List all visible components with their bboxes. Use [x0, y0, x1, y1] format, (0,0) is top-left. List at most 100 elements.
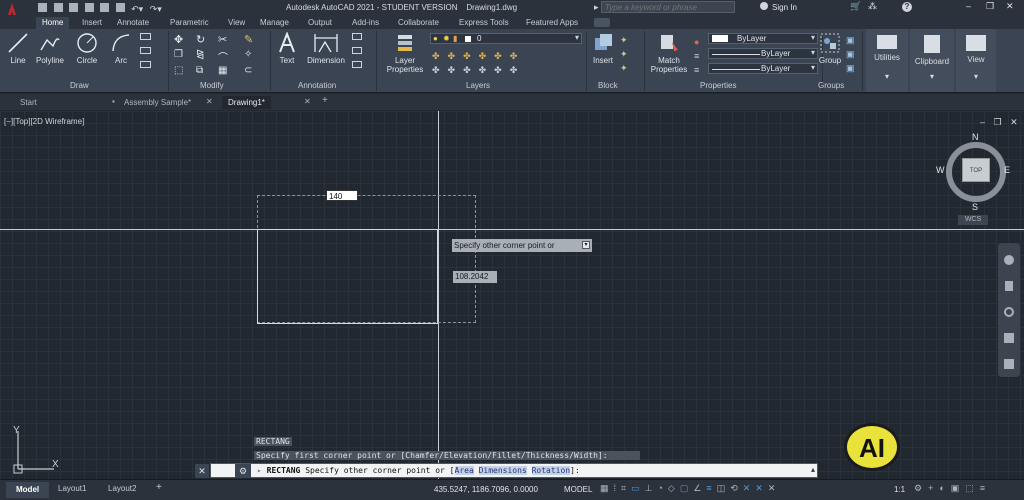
save-as-icon[interactable] — [84, 3, 94, 12]
grid-icon[interactable]: ▦ — [600, 483, 614, 493]
command-prompt[interactable]: ▸ RECTANG Specify other corner point or … — [257, 466, 580, 475]
down-arrow-icon[interactable]: ▾ — [582, 241, 590, 249]
group-select-icon[interactable]: ▣ — [846, 61, 855, 75]
command-history-toggle-icon[interactable]: ▴ — [811, 465, 815, 474]
close-tab-icon[interactable]: ✕ — [206, 97, 213, 106]
mirror-icon[interactable]: ⧎ — [196, 49, 204, 60]
option-area[interactable]: Area — [454, 466, 474, 475]
new-tab-icon[interactable]: + — [322, 95, 328, 106]
dimension-button[interactable]: Dimension — [304, 32, 348, 65]
command-close-icon[interactable]: ✕ — [195, 464, 209, 478]
markup-icon[interactable] — [352, 61, 362, 68]
viewcube-top-face[interactable]: TOP — [962, 158, 990, 182]
annotation-scale-value[interactable]: 1:1 — [894, 485, 905, 494]
workspace-gear-icon[interactable]: ⚙ — [914, 483, 928, 493]
linetype-icon[interactable]: ≡ — [694, 49, 699, 63]
move-icon[interactable]: ✥ — [174, 33, 183, 46]
isolate-objects-icon[interactable]: ◐ — [939, 483, 950, 493]
model-space-toggle[interactable]: MODEL — [564, 485, 592, 494]
command-customize-icon[interactable]: ⚙ — [235, 464, 251, 478]
tab-featured-apps[interactable]: Featured Apps — [526, 17, 578, 29]
orbit-icon[interactable] — [1004, 333, 1014, 343]
groups-panel-label[interactable]: Groups — [818, 81, 844, 90]
doc-tab-assembly-sample[interactable]: Assembly Sample* — [118, 96, 197, 109]
circle-button[interactable]: Circle — [72, 32, 102, 65]
linetype-dropdown[interactable]: ByLayer ▾ — [708, 48, 818, 59]
polar-icon[interactable]: ◔ — [657, 483, 667, 493]
customization-icon[interactable]: ≡ — [980, 483, 991, 493]
compass-south[interactable]: S — [972, 202, 978, 212]
create-block-icon[interactable]: ✦ — [620, 33, 628, 47]
viewcube[interactable]: TOP N S E W — [936, 132, 1012, 212]
snap-icon[interactable]: ⁞ — [614, 483, 622, 493]
help-icon[interactable]: ? — [902, 2, 912, 12]
auto-scale-icon[interactable]: ✕ — [755, 483, 768, 493]
steering-wheel-icon[interactable] — [1004, 255, 1014, 265]
utilities-button[interactable]: Utilities ▾ — [866, 29, 908, 92]
view-button[interactable]: View ▾ — [956, 29, 996, 92]
doc-tab-drawing1[interactable]: Drawing1* — [222, 96, 271, 109]
redo-icon[interactable]: ↷▾ — [150, 4, 162, 14]
user-icon[interactable] — [760, 2, 768, 10]
layers-panel-label[interactable]: Layers — [466, 81, 490, 90]
rectangle-icon[interactable] — [140, 33, 151, 40]
showmotion-icon[interactable] — [1004, 359, 1014, 369]
arc-button[interactable]: Arc — [106, 32, 136, 65]
tab-collaborate[interactable]: Collaborate — [398, 17, 439, 29]
add-scale-icon[interactable]: + — [928, 483, 939, 493]
dynamic-input-width[interactable]: 140 — [326, 190, 358, 201]
open-icon[interactable] — [53, 3, 63, 12]
tab-parametric[interactable]: Parametric — [170, 17, 209, 29]
tab-home[interactable]: Home — [36, 17, 70, 29]
viewport-controls-label[interactable]: [−][Top][2D Wireframe] — [4, 117, 84, 126]
close-icon[interactable]: ✕ — [1006, 1, 1014, 12]
copy-icon[interactable]: ❐ — [174, 49, 183, 60]
search-input[interactable] — [601, 1, 735, 13]
option-dimensions[interactable]: Dimensions — [478, 466, 527, 475]
viewport-restore-icon[interactable]: ❐ — [994, 117, 1002, 127]
lineweight-icon[interactable]: ≡ — [694, 63, 699, 77]
tab-insert[interactable]: Insert — [82, 17, 102, 29]
color-wheel-icon[interactable]: ● — [694, 35, 699, 49]
tab-add-ins[interactable]: Add-ins — [352, 17, 379, 29]
undo-icon[interactable]: ↶▾ — [131, 4, 143, 14]
wcs-menu[interactable]: WCS — [958, 215, 988, 225]
layer-properties-button[interactable]: Layer Properties — [382, 32, 428, 74]
hardware-acceleration-icon[interactable]: ▣ — [951, 483, 966, 493]
hatch-icon[interactable] — [140, 47, 151, 54]
tab-layout2[interactable]: Layout2 — [108, 484, 136, 493]
infer-icon[interactable]: ⌗ — [621, 483, 631, 493]
ribbon-toggle-icon[interactable] — [594, 18, 610, 27]
lineweight-dropdown[interactable]: ByLayer ▾ — [708, 63, 818, 74]
dynamic-input-height[interactable]: 108.2042 — [453, 271, 497, 283]
rotate-icon[interactable]: ↻ — [196, 33, 205, 46]
lineweight-toggle-icon[interactable]: ≡ — [706, 483, 716, 493]
compass-north[interactable]: N — [972, 132, 979, 142]
restore-icon[interactable]: ❐ — [986, 1, 994, 12]
close-tab-icon[interactable]: ✕ — [304, 97, 311, 106]
fillet-icon[interactable]: ⌒ — [218, 49, 228, 64]
isodraft-icon[interactable]: ◇ — [668, 483, 680, 493]
color-dropdown[interactable]: ByLayer ▾ — [708, 33, 818, 44]
viewport-minimize-icon[interactable]: – — [980, 117, 985, 127]
selection-cycling-icon[interactable]: ⟲ — [730, 483, 743, 493]
tab-express-tools[interactable]: Express Tools — [459, 17, 509, 29]
drawing-canvas[interactable]: [−][Top][2D Wireframe] – ❐ ✕ 140 Specify… — [0, 111, 1024, 479]
ortho-icon[interactable]: ⊥ — [645, 483, 658, 493]
layer-dropdown[interactable]: ● ✹ ▮ 0 ▾ — [430, 33, 582, 44]
cart-icon[interactable]: 🛒 — [850, 1, 861, 12]
tab-model[interactable]: Model — [6, 482, 50, 498]
save-icon[interactable] — [69, 3, 79, 12]
tab-output[interactable]: Output — [308, 17, 332, 29]
explode-icon[interactable]: ✧ — [244, 49, 252, 60]
polyline-button[interactable]: Polyline — [32, 32, 68, 65]
otrack-icon[interactable]: ∠ — [693, 483, 706, 493]
trim-icon[interactable]: ✂ — [218, 33, 227, 46]
cursor-coordinates[interactable]: 435.5247, 1186.7096, 0.0000 — [434, 485, 538, 494]
compass-west[interactable]: W — [936, 165, 945, 175]
tab-layout1[interactable]: Layout1 — [58, 484, 86, 493]
ungroup-icon[interactable]: ▣ — [846, 33, 855, 47]
minimize-icon[interactable]: – — [966, 1, 971, 11]
boundary-icon[interactable] — [140, 61, 151, 68]
scale-icon[interactable]: ⧉ — [196, 65, 203, 76]
